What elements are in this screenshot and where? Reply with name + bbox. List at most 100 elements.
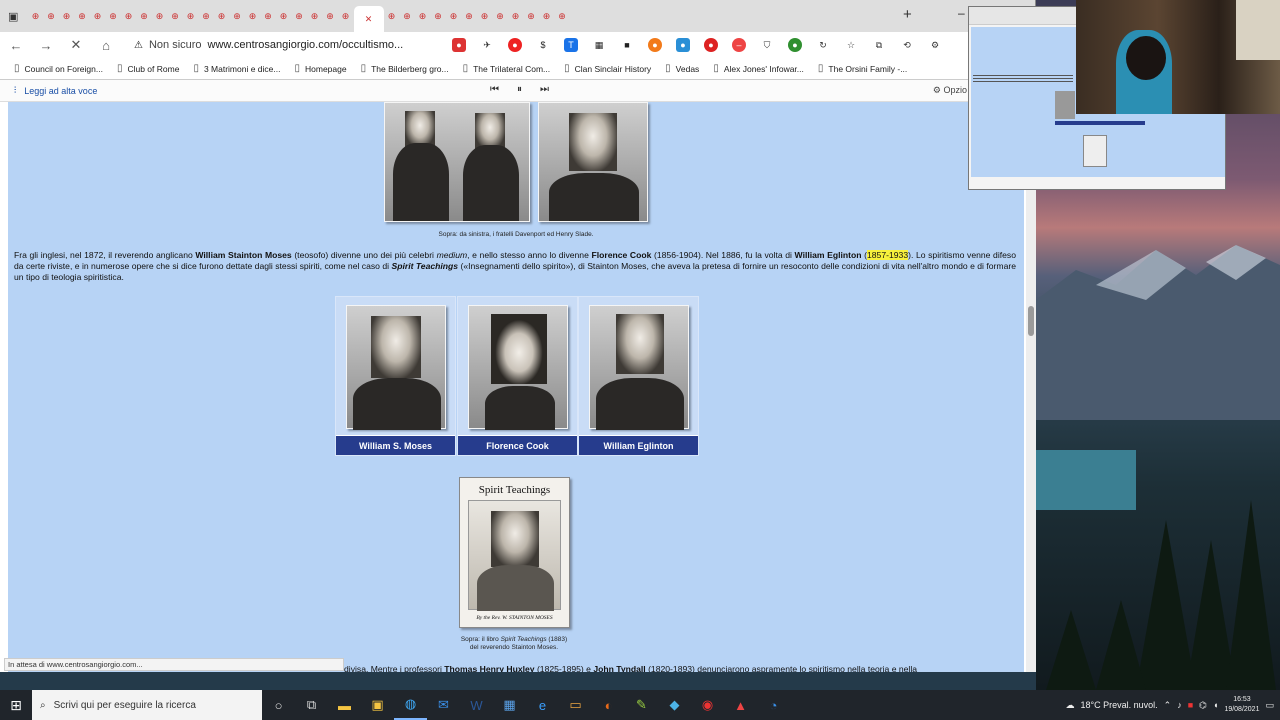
sync-icon[interactable]: ◔ (757, 690, 790, 720)
notifications-icon[interactable]: ▭ (1265, 700, 1274, 711)
bookmark-item[interactable]: ▯ Alex Jones' Infowar... (713, 63, 804, 74)
blue-extension-icon[interactable]: ● (676, 38, 690, 52)
browser-tab[interactable]: ⊕ (199, 8, 214, 24)
edge-icon[interactable]: ◍ (394, 690, 427, 720)
lock-icon[interactable]: ■ (620, 38, 634, 52)
browser-tab[interactable]: ⊕ (493, 8, 508, 24)
file-explorer-icon[interactable]: ▬ (328, 690, 361, 720)
task-view-icon[interactable]: ⧉ (295, 690, 328, 720)
bookmark-item[interactable]: ▯ The Trilateral Com... (463, 63, 551, 74)
browser-tab[interactable]: ⊕ (292, 8, 307, 24)
browser-tab[interactable]: ⊕ (168, 8, 183, 24)
browser-tab[interactable]: ⊕ (477, 8, 492, 24)
url-field[interactable]: ⚠ Non sicuro www.centrosangiorgio.com/oc… (128, 34, 428, 56)
browser-tab[interactable]: ✕ (353, 6, 384, 32)
stop-icon[interactable]: ✕ (68, 37, 84, 53)
back-icon[interactable]: ← (8, 38, 24, 53)
recorder-icon[interactable]: ◉ (691, 690, 724, 720)
browser-tab[interactable]: ⊕ (28, 8, 43, 24)
mic-icon[interactable]: ♪ (1177, 700, 1182, 710)
windows-start-icon[interactable]: ⊞ (0, 690, 32, 720)
record-icon[interactable]: ● (508, 38, 522, 52)
bookmark-item[interactable]: ▯ Vedas (665, 63, 699, 74)
weather-text[interactable]: 18°C Preval. nuvol. (1081, 700, 1158, 710)
network-icon[interactable]: ⌬ (1199, 700, 1207, 711)
history-icon[interactable]: ⟲ (900, 38, 914, 52)
mail-icon[interactable]: ✉ (427, 690, 460, 720)
vscode-icon[interactable]: ◆ (658, 690, 691, 720)
minimize-button[interactable]: – (958, 6, 965, 20)
minus-extension-icon[interactable]: – (732, 38, 746, 52)
forward-icon[interactable]: → (38, 38, 54, 53)
adblock-icon[interactable]: ● (452, 38, 466, 52)
bookmark-item[interactable]: ▯ Council on Foreign... (14, 63, 103, 74)
tray-chevron-icon[interactable]: ⌃ (1164, 700, 1172, 711)
translate-icon[interactable]: T (564, 38, 578, 52)
browser-tab[interactable]: ⊕ (384, 8, 399, 24)
ie-icon[interactable]: e (526, 690, 559, 720)
browser-tab[interactable]: ⊕ (524, 8, 539, 24)
red-extension-icon[interactable]: ● (704, 38, 718, 52)
app-icon[interactable]: ▦ (493, 690, 526, 720)
bookmark-item[interactable]: ▯ Clan Sinclair History (564, 63, 651, 74)
browser-tab[interactable]: ⊕ (137, 8, 152, 24)
bookmark-item[interactable]: ▯ 3 Matrimoni e dice... (193, 63, 280, 74)
pause-icon[interactable]: ⏸ (517, 84, 522, 95)
orange-extension-icon[interactable]: ● (648, 38, 662, 52)
browser-tab[interactable]: ⊕ (183, 8, 198, 24)
collections-icon[interactable]: ⧉ (872, 38, 886, 52)
browser-tab[interactable]: ⊕ (230, 8, 245, 24)
new-tab-button[interactable]: + (903, 6, 912, 23)
browser-tab[interactable]: ⊕ (431, 8, 446, 24)
browser-tab[interactable]: ⊕ (338, 8, 353, 24)
browser-tab[interactable]: ⊕ (323, 8, 338, 24)
scrollbar-thumb[interactable] (1028, 306, 1034, 336)
options-button[interactable]: ⚙ Opzio (933, 85, 967, 96)
tab-actions-icon[interactable]: ▣ (8, 10, 28, 23)
browser-tab[interactable]: ⊕ (555, 8, 570, 24)
bookmark-item[interactable]: ▯ The Bilderberg gro... (361, 63, 449, 74)
plane-icon[interactable]: ✈ (480, 38, 494, 52)
browser-tab[interactable]: ⊕ (446, 8, 461, 24)
tool-icon[interactable]: ✎ (625, 690, 658, 720)
browser-tab[interactable]: ⊕ (415, 8, 430, 24)
cortana-icon[interactable]: ○ (262, 690, 295, 720)
red-tray-icon[interactable]: ■ (1188, 700, 1193, 710)
browser-tab[interactable]: ⊕ (508, 8, 523, 24)
next-icon[interactable]: ⏭ (540, 84, 549, 95)
volume-icon[interactable]: ◖ (1213, 700, 1218, 710)
green-extension-icon[interactable]: ● (788, 38, 802, 52)
shield-icon[interactable]: ⛉ (760, 38, 774, 52)
dollar-icon[interactable]: $ (536, 38, 550, 52)
bookmark-item[interactable]: ▯ The Orsini Family -... (818, 63, 907, 74)
browser-tab[interactable]: ⊕ (276, 8, 291, 24)
read-aloud-label[interactable]: Leggi ad alta voce (24, 86, 97, 96)
settings-icon[interactable]: ⚙ (928, 38, 942, 52)
bookmark-item[interactable]: ▯ Club of Rome (117, 63, 179, 74)
pdf-icon[interactable]: ▲ (724, 690, 757, 720)
browser-tab[interactable]: ⊕ (59, 8, 74, 24)
browser-tab[interactable]: ⊕ (152, 8, 167, 24)
bookmark-item[interactable]: ▯ Homepage (294, 63, 346, 74)
word-icon[interactable]: W (460, 690, 493, 720)
browser-tab[interactable]: ⊕ (400, 8, 415, 24)
previous-icon[interactable]: ⏮ (490, 84, 499, 95)
browser-tab[interactable]: ⊕ (106, 8, 121, 24)
browser-tab[interactable]: ⊕ (44, 8, 59, 24)
favorites-icon[interactable]: ☆ (844, 38, 858, 52)
taskbar-search[interactable]: ⌕ Scrivi qui per eseguire la ricerca (32, 690, 262, 720)
browser-tab[interactable]: ⊕ (307, 8, 322, 24)
clock[interactable]: 16:53 19/08/2021 (1224, 695, 1259, 715)
browser-tab[interactable]: ⊕ (90, 8, 105, 24)
firefox-icon[interactable]: ◐ (592, 690, 625, 720)
browser-tab[interactable]: ⊕ (121, 8, 136, 24)
browser-tab[interactable]: ⊕ (214, 8, 229, 24)
store-icon[interactable]: ▣ (361, 690, 394, 720)
browser-tab[interactable]: ⊕ (462, 8, 477, 24)
grid-icon[interactable]: ▦ (592, 38, 606, 52)
browser-tab[interactable]: ⊕ (75, 8, 90, 24)
browser-tab[interactable]: ⊕ (261, 8, 276, 24)
folder-icon[interactable]: ▭ (559, 690, 592, 720)
refresh-extension-icon[interactable]: ↻ (816, 38, 830, 52)
browser-tab[interactable]: ⊕ (539, 8, 554, 24)
